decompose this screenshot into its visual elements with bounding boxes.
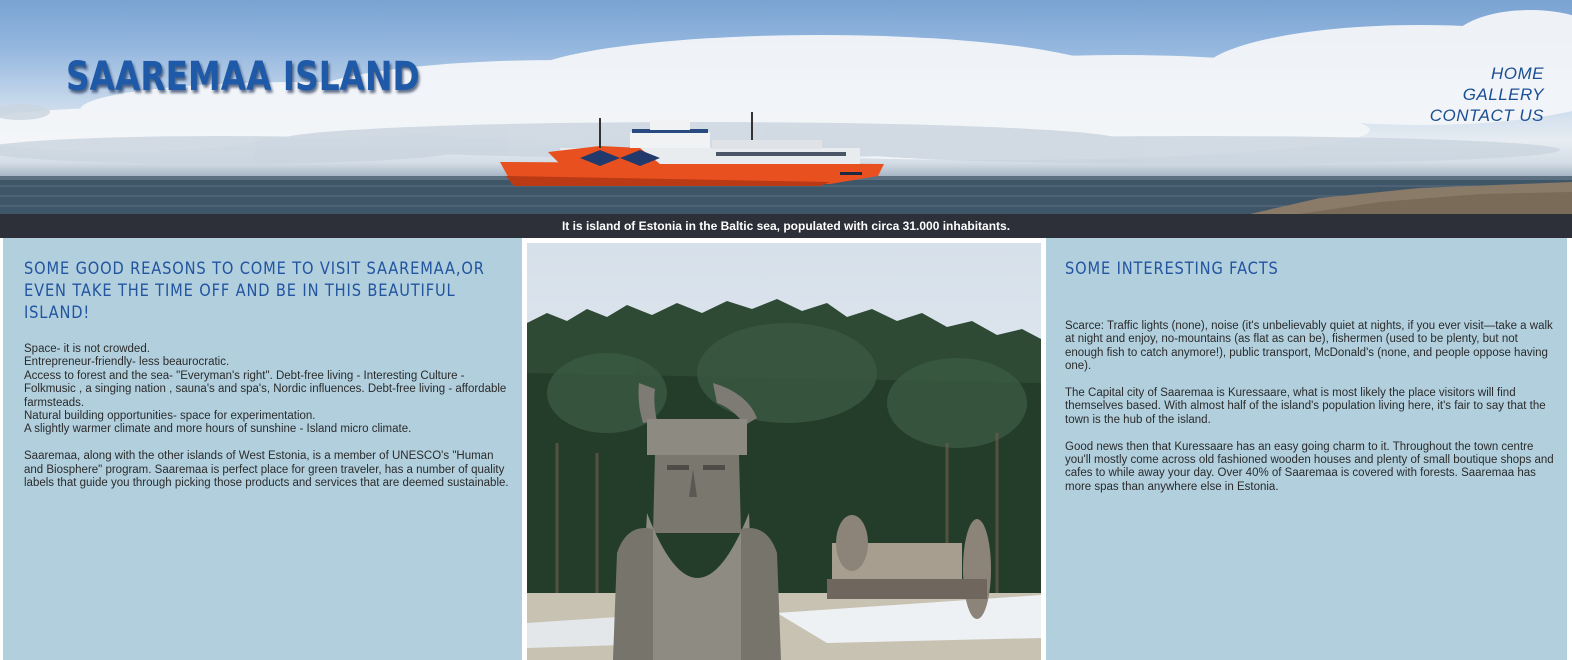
nav-home-link[interactable]: HOME xyxy=(1430,63,1544,84)
facts-paragraph: The Capital city of Saaremaa is Kuressaa… xyxy=(1065,387,1546,426)
facts-body: Scarce: Traffic lights (none), noise (it… xyxy=(1065,320,1555,494)
reasons-body: Space- it is not crowded. Entrepreneur-f… xyxy=(24,343,509,490)
facts-section: SOME INTERESTING FACTS Scarce: Traffic l… xyxy=(1046,238,1567,660)
facts-heading: SOME INTERESTING FACTS xyxy=(1065,259,1279,279)
unesco-paragraph: Saaremaa, along with the other islands o… xyxy=(24,450,509,490)
reason-line: Access to forest and the sea- "Everyman'… xyxy=(24,369,507,409)
reason-line: Natural building opportunities- space fo… xyxy=(24,410,316,423)
facts-paragraph: Good news then that Kuressaare has an ea… xyxy=(1065,440,1554,493)
tagline-bar: It is island of Estonia in the Baltic se… xyxy=(0,214,1572,238)
nav-gallery-link[interactable]: GALLERY xyxy=(1430,84,1544,105)
main-nav: HOME GALLERY CONTACT US xyxy=(1430,63,1544,126)
reasons-heading: SOME GOOD REASONS TO COME TO VISIT SAARE… xyxy=(24,259,485,323)
reason-line: A slightly warmer climate and more hours… xyxy=(24,423,412,436)
ferry-at-sea-photo xyxy=(0,10,1572,214)
reasons-list: Space- it is not crowded. Entrepreneur-f… xyxy=(24,343,509,437)
nav-contact-us-link[interactable]: CONTACT US xyxy=(1430,105,1544,126)
facts-paragraph: Scarce: Traffic lights (none), noise (it… xyxy=(1065,320,1553,373)
hero-header: SAAREMAA ISLAND HOME GALLERY CONTACT US xyxy=(0,0,1572,214)
site-title[interactable]: SAAREMAA ISLAND xyxy=(66,54,420,100)
reason-line: Entrepreneur-friendly- less beaurocratic… xyxy=(24,356,230,369)
wooden-viking-statue-photo xyxy=(527,243,1041,660)
reason-line: Space- it is not crowded. xyxy=(24,343,150,355)
reasons-section: SOME GOOD REASONS TO COME TO VISIT SAARE… xyxy=(3,238,522,660)
